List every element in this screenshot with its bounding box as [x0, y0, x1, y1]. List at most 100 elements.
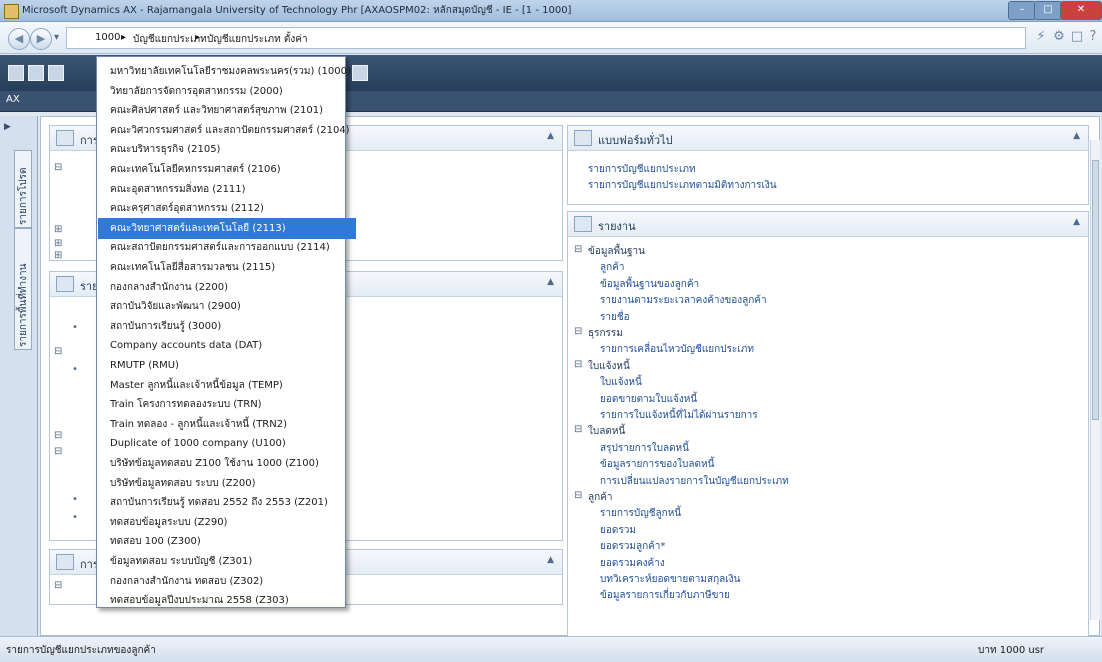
report-group[interactable]: ธุรกรรม	[588, 326, 623, 341]
forward-icon[interactable]: ▶	[30, 28, 52, 50]
company-option[interactable]: คณะวิศวกรรมศาสตร์ และสถาปัตยกรรมศาสตร์ (…	[98, 120, 356, 141]
report-link[interactable]: รายการเคลื่อนไหวบัญชีแยกประเภท	[600, 342, 754, 357]
collapse-icon[interactable]: ▲	[547, 131, 554, 141]
collapse-icon[interactable]: ▲	[1073, 131, 1080, 141]
report-group[interactable]: ข้อมูลพื้นฐาน	[588, 244, 645, 259]
report-link[interactable]: รายงานตามระยะเวลาคงค้างของลูกค้า	[600, 293, 767, 308]
report-link[interactable]: ยอดรวม	[600, 523, 636, 538]
breadcrumb-page[interactable]: บัญชีแยกประเภท ตั้งค่า	[207, 32, 308, 47]
expand-icon[interactable]: ⊞	[54, 224, 62, 235]
company-option[interactable]: คณะวิทยาศาสตร์และเทคโนโลยี (2113)	[98, 217, 356, 239]
close-button[interactable]: ✕	[1060, 1, 1102, 20]
report-link[interactable]: ข้อมูลพื้นฐานของลูกค้า	[600, 277, 699, 292]
expand-icon[interactable]: ⊟	[574, 326, 582, 337]
company-option[interactable]: กองกลางสำนักงาน ทดสอบ (Z302)	[98, 571, 356, 592]
history-dropdown-icon[interactable]: ▾	[54, 32, 59, 43]
company-option[interactable]: Train ทดลอง - ลูกหนี้และเจ้าหนี้ (TRN2)	[98, 414, 356, 435]
report-group[interactable]: ใบลดหนี้	[588, 424, 625, 439]
report-link[interactable]: รายการบัญชีลูกหนี้	[600, 506, 681, 521]
company-option[interactable]: สถาบันการเรียนรู้ (3000)	[98, 316, 356, 337]
collapse-icon[interactable]: ▲	[1073, 217, 1080, 227]
common-form-link[interactable]: รายการบัญชีแยกประเภทตามมิติทางการเงิน	[588, 178, 777, 193]
bullet-icon: ⊞	[54, 250, 63, 261]
company-option[interactable]: Train โครงการทดลองระบบ (TRN)	[98, 394, 356, 415]
expand-icon[interactable]: ⊟	[54, 162, 62, 173]
company-option[interactable]: Duplicate of 1000 company (U100)	[98, 433, 356, 454]
reports-tree-panel: รายงาน ▲ ⊟ ข้อมูลพื้นฐาน ลูกค้า ข้อมูลพื้นฐ…	[567, 211, 1089, 637]
company-option[interactable]: บริษัทข้อมูลทดสอบ ระบบ (Z200)	[98, 473, 356, 494]
toolbar-file-icon[interactable]	[48, 65, 64, 81]
status-text: รายการบัญชีแยกประเภทของลูกค้า	[6, 645, 156, 656]
company-option[interactable]: ทดสอบข้อมูลระบบ (Z290)	[98, 512, 356, 533]
vertical-scrollbar[interactable]	[1090, 140, 1100, 620]
expand-icon[interactable]: ⊟	[54, 430, 62, 441]
expand-nav-icon[interactable]: ▶	[4, 122, 11, 132]
report-link[interactable]: ยอดรวมลูกค้า*	[600, 539, 665, 554]
expand-icon[interactable]: ⊟	[574, 424, 582, 435]
navigation-pane: ▶ รายการโปรด รายการพื้นที่ทำงาน	[0, 116, 38, 636]
report-link[interactable]: ใบแจ้งหนี้	[600, 375, 642, 390]
status-right-text: บาท 1000 usr	[978, 645, 1045, 656]
panel-header: แบบฟอร์มทั่วไป ▲	[568, 126, 1088, 151]
report-link[interactable]: สรุปรายการใบลดหนี้	[600, 441, 689, 456]
company-option[interactable]: คณะศิลปศาสตร์ และวิทยาศาสตร์สุขภาพ (2101…	[98, 100, 356, 121]
company-option[interactable]: ทดสอบ 100 (Z300)	[98, 531, 356, 552]
company-option[interactable]: สถาบันการเรียนรู้ ทดสอบ 2552 ถึง 2553 (Z…	[98, 492, 356, 513]
expand-icon[interactable]: ⊟	[574, 244, 582, 255]
report-link[interactable]: การเปลี่ยนแปลงรายการในบัญชีแยกประเภท	[600, 474, 789, 489]
expand-icon[interactable]: ⊟	[574, 359, 582, 370]
maximize-button[interactable]: □	[1034, 1, 1062, 20]
expand-icon[interactable]: ⊟	[54, 346, 62, 357]
collapse-icon[interactable]: ▲	[547, 555, 554, 565]
toolbar-next-icon[interactable]	[28, 65, 44, 81]
company-option[interactable]: คณะเทคโนโลยีคหกรรมศาสตร์ (2106)	[98, 159, 356, 180]
report-link[interactable]: ยอดขายตามใบแจ้งหนี้	[600, 392, 697, 407]
expand-icon[interactable]: ⊟	[54, 446, 62, 457]
toolbar-play-icon[interactable]	[8, 65, 24, 81]
company-dropdown[interactable]: มหาวิทยาลัยเทคโนโลยีราชมงคลพระนคร(รวม) (…	[96, 56, 356, 608]
report-link[interactable]: บทวิเคราะห์ยอดขายตามสกุลเงิน	[600, 572, 740, 587]
company-option[interactable]: คณะครุศาสตร์อุตสาหกรรม (2112)	[98, 198, 356, 219]
report-link[interactable]: ข้อมูลรายการเกี่ยวกับภาษีขาย	[600, 588, 730, 603]
tab-favorites[interactable]: รายการโปรด	[14, 150, 32, 228]
tab-workspaces[interactable]: รายการพื้นที่ทำงาน	[14, 228, 32, 350]
report-group[interactable]: ลูกค้า	[588, 490, 613, 505]
company-option[interactable]: วิทยาลัยการจัดการอุตสาหกรรม (2000)	[98, 81, 356, 102]
common-form-link[interactable]: รายการบัญชีแยกประเภท	[588, 162, 696, 177]
inquiries-icon	[56, 130, 74, 146]
company-option[interactable]: บริษัทข้อมูลทดสอบ Z100 ใช้งาน 1000 (Z100…	[98, 453, 356, 474]
company-option[interactable]: ทดสอบข้อมูลปีงบประมาณ 2558 (Z303)	[98, 590, 356, 611]
company-option[interactable]: Company accounts data (DAT)	[98, 335, 356, 356]
app-icon	[4, 4, 19, 19]
breadcrumb-company[interactable]: 1000	[95, 32, 120, 43]
collapse-icon[interactable]: ▲	[547, 277, 554, 287]
company-option[interactable]: คณะสถาปัตยกรรมศาสตร์และการออกแบบ (2114)	[98, 237, 356, 258]
back-icon[interactable]: ◀	[8, 28, 30, 50]
report-link[interactable]: ลูกค้า	[600, 260, 625, 275]
company-option[interactable]: สถาบันวิจัยและพัฒนา (2900)	[98, 296, 356, 317]
forms-icon	[574, 130, 592, 146]
company-option[interactable]: คณะบริหารธุรกิจ (2105)	[98, 139, 356, 160]
help-icon[interactable]: ?	[1084, 28, 1102, 46]
company-option[interactable]: Master ลูกหนี้และเจ้าหนี้ข้อมูล (TEMP)	[98, 375, 356, 396]
company-option[interactable]: คณะเทคโนโลยีสื่อสารมวลชน (2115)	[98, 257, 356, 278]
scrollbar-thumb[interactable]	[1092, 160, 1099, 420]
company-option[interactable]: มหาวิทยาลัยเทคโนโลยีราชมงคลพระนคร(รวม) (…	[98, 61, 356, 82]
company-option[interactable]: RMUTP (RMU)	[98, 355, 356, 376]
company-option[interactable]: กองกลางสำนักงาน (2200)	[98, 277, 356, 298]
report-link[interactable]: รายการใบแจ้งหนี้ที่ไม่ได้ผ่านรายการ	[600, 408, 758, 423]
report-link[interactable]: ยอดรวมคงค้าง	[600, 556, 665, 571]
minimize-button[interactable]: –	[1008, 1, 1036, 20]
refresh-icon[interactable]: ⚡	[1032, 28, 1050, 46]
report-group[interactable]: ใบแจ้งหนี้	[588, 359, 630, 374]
report-link[interactable]: รายชื่อ	[600, 310, 630, 325]
company-option[interactable]: คณะอุตสาหกรรมสิ่งทอ (2111)	[98, 179, 356, 200]
company-option[interactable]: ข้อมูลทดสอบ ระบบบัญชี (Z301)	[98, 551, 356, 572]
bullet-icon: •	[72, 512, 78, 523]
window-title: Microsoft Dynamics AX - Rajamangala Univ…	[22, 5, 572, 16]
expand-icon[interactable]: ⊟	[54, 580, 62, 591]
breadcrumb[interactable]: 1000 ▸ บัญชีแยกประเภท ▸ บัญชีแยกประเภท ต…	[66, 27, 1026, 49]
settings-icon[interactable]: ⚙	[1050, 28, 1068, 46]
expand-icon[interactable]: ⊟	[574, 490, 582, 501]
report-link[interactable]: ข้อมูลรายการของใบลดหนี้	[600, 457, 714, 472]
